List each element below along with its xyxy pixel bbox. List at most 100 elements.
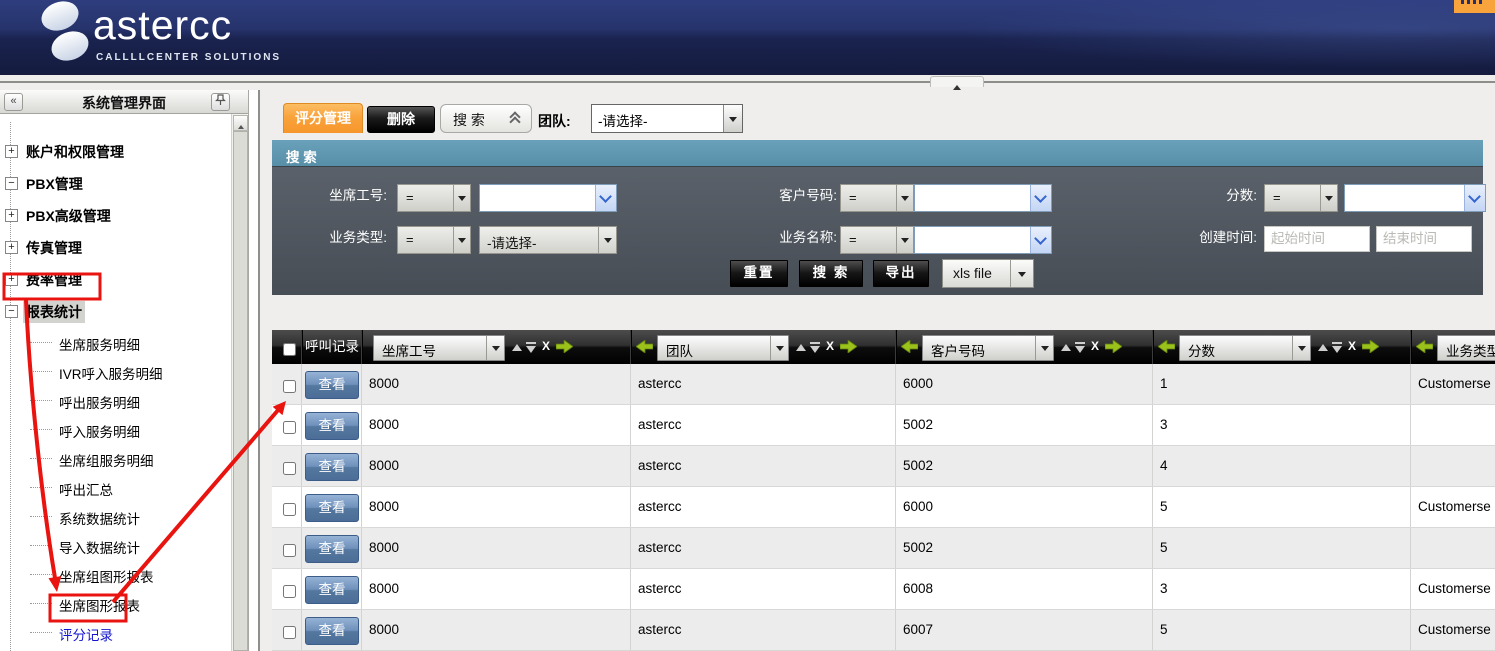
dropdown-arrow-icon[interactable] bbox=[1292, 336, 1310, 360]
remove-sort-icon[interactable]: X bbox=[1348, 339, 1356, 353]
sidebar-item-report[interactable]: 呼出服务明细 bbox=[0, 386, 230, 415]
row-checkbox[interactable] bbox=[283, 421, 296, 434]
remove-sort-icon[interactable]: X bbox=[542, 339, 550, 353]
row-checkbox[interactable] bbox=[283, 626, 296, 639]
tree-expand-icon[interactable]: + bbox=[5, 209, 18, 222]
tree-expand-icon[interactable]: − bbox=[5, 305, 18, 318]
sidebar-item-label[interactable]: PBX高级管理 bbox=[23, 205, 114, 227]
combo-arrow-icon[interactable] bbox=[595, 185, 616, 211]
sidebar-item-toplevel[interactable]: + PBX高级管理 bbox=[0, 199, 230, 231]
xls-format-select[interactable]: xls file bbox=[942, 259, 1034, 288]
sidebar-item-label[interactable]: 评分记录 bbox=[56, 623, 116, 645]
combo-arrow-icon[interactable] bbox=[1464, 185, 1485, 211]
dropdown-arrow-icon[interactable] bbox=[1320, 185, 1337, 211]
view-button[interactable]: 查看 bbox=[305, 535, 359, 563]
sidebar-item-report[interactable]: DID报表 bbox=[0, 647, 230, 651]
agent-column-dropdown[interactable]: 坐席工号 bbox=[373, 335, 505, 361]
panel-collapse-handle[interactable] bbox=[930, 76, 984, 87]
sidebar-item-report[interactable]: 坐席服务明细 bbox=[0, 328, 230, 357]
view-button[interactable]: 查看 bbox=[305, 494, 359, 522]
dropdown-arrow-icon[interactable] bbox=[486, 336, 504, 360]
view-button[interactable]: 查看 bbox=[305, 371, 359, 399]
customer-column-dropdown[interactable]: 客户号码 bbox=[922, 335, 1054, 361]
sidebar-item-report[interactable]: 呼入服务明细 bbox=[0, 415, 230, 444]
dropdown-arrow-icon[interactable] bbox=[453, 185, 470, 211]
row-checkbox[interactable] bbox=[283, 380, 296, 393]
sidebar-item-report[interactable]: IVR呼入服务明细 bbox=[0, 357, 230, 386]
sort-asc-icon[interactable] bbox=[512, 344, 522, 351]
sidebar-item-toplevel[interactable]: − PBX管理 bbox=[0, 167, 230, 199]
search-section-header[interactable]: 搜 索 bbox=[272, 140, 1483, 166]
dropdown-arrow-icon[interactable] bbox=[1035, 336, 1053, 360]
sidebar-item-report[interactable]: 坐席组图形报表 bbox=[0, 560, 230, 589]
biztype-operator-select[interactable]: = bbox=[397, 226, 471, 254]
move-column-right-icon[interactable] bbox=[556, 340, 573, 353]
sidebar-item-report[interactable]: 评分记录 bbox=[0, 618, 230, 647]
scrollbar-up-button[interactable] bbox=[233, 115, 248, 131]
move-column-right-icon[interactable] bbox=[840, 340, 857, 353]
row-checkbox[interactable] bbox=[283, 462, 296, 475]
top-right-cut-tab[interactable] bbox=[1454, 0, 1495, 13]
sidebar-item-label[interactable]: IVR呼入服务明细 bbox=[56, 362, 166, 384]
sidebar-item-label[interactable]: 坐席服务明细 bbox=[56, 333, 143, 355]
tree-expand-icon[interactable]: − bbox=[5, 177, 18, 190]
sidebar-item-label[interactable]: 传真管理 bbox=[23, 237, 85, 259]
move-column-left-icon[interactable] bbox=[1158, 340, 1175, 353]
dropdown-arrow-icon[interactable] bbox=[1010, 260, 1033, 287]
search-button[interactable]: 搜 索 bbox=[799, 260, 863, 287]
bizname-combobox[interactable] bbox=[914, 226, 1052, 254]
dropdown-arrow-icon[interactable] bbox=[770, 336, 788, 360]
score-combobox[interactable] bbox=[1344, 184, 1486, 212]
sidebar-item-label[interactable]: 系统数据统计 bbox=[56, 507, 143, 529]
move-column-right-icon[interactable] bbox=[1362, 340, 1379, 353]
sidebar-item-label[interactable]: 导入数据统计 bbox=[56, 536, 143, 558]
dropdown-arrow-icon[interactable] bbox=[453, 227, 470, 253]
row-checkbox[interactable] bbox=[283, 503, 296, 516]
sidebar-item-toplevel[interactable]: + 传真管理 bbox=[0, 231, 230, 263]
scrollbar-thumb[interactable] bbox=[233, 131, 248, 651]
sidebar-item-label[interactable]: 坐席组服务明细 bbox=[56, 449, 157, 471]
sidebar-item-label[interactable]: 呼出汇总 bbox=[56, 478, 116, 500]
score-column-dropdown[interactable]: 分数 bbox=[1179, 335, 1311, 361]
dropdown-arrow-icon[interactable] bbox=[896, 227, 913, 253]
sort-desc-icon[interactable] bbox=[810, 342, 820, 355]
remove-sort-icon[interactable]: X bbox=[826, 339, 834, 353]
customer-number-combobox[interactable] bbox=[914, 184, 1052, 212]
biztype-column-dropdown[interactable]: 业务类型 bbox=[1437, 335, 1495, 361]
sort-desc-icon[interactable] bbox=[1075, 342, 1085, 355]
sort-asc-icon[interactable] bbox=[796, 344, 806, 351]
team-column-dropdown[interactable]: 团队 bbox=[657, 335, 789, 361]
score-operator-select[interactable]: = bbox=[1264, 184, 1338, 212]
tree-expand-icon[interactable]: + bbox=[5, 273, 18, 286]
sort-asc-icon[interactable] bbox=[1061, 344, 1071, 351]
dropdown-arrow-icon[interactable] bbox=[723, 105, 742, 132]
dropdown-arrow-icon[interactable] bbox=[598, 227, 616, 253]
tab-rating-manage[interactable]: 评分管理 bbox=[283, 103, 363, 133]
row-checkbox[interactable] bbox=[283, 585, 296, 598]
bizname-operator-select[interactable]: = bbox=[840, 226, 914, 254]
sidebar-item-report[interactable]: 呼出汇总 bbox=[0, 473, 230, 502]
sort-desc-icon[interactable] bbox=[1332, 342, 1342, 355]
dropdown-arrow-icon[interactable] bbox=[896, 185, 913, 211]
sort-asc-icon[interactable] bbox=[1318, 344, 1328, 351]
sidebar-item-toplevel[interactable]: − 报表统计 bbox=[0, 295, 230, 327]
view-button[interactable]: 查看 bbox=[305, 617, 359, 645]
sidebar-pin-button[interactable] bbox=[211, 93, 230, 111]
team-select[interactable]: -请选择- bbox=[591, 104, 743, 133]
sidebar-item-label[interactable]: 坐席图形报表 bbox=[56, 594, 143, 616]
end-time-input[interactable]: 结束时间 bbox=[1376, 226, 1472, 252]
sidebar-item-label[interactable]: PBX管理 bbox=[23, 173, 86, 195]
view-button[interactable]: 查看 bbox=[305, 576, 359, 604]
row-checkbox[interactable] bbox=[283, 544, 296, 557]
sort-desc-icon[interactable] bbox=[526, 342, 536, 355]
view-button[interactable]: 查看 bbox=[305, 412, 359, 440]
move-column-right-icon[interactable] bbox=[1105, 340, 1122, 353]
agent-id-combobox[interactable] bbox=[479, 184, 617, 212]
view-button[interactable]: 查看 bbox=[305, 453, 359, 481]
sidebar-item-report[interactable]: 导入数据统计 bbox=[0, 531, 230, 560]
sidebar-item-report[interactable]: 坐席图形报表 bbox=[0, 589, 230, 618]
remove-sort-icon[interactable]: X bbox=[1091, 339, 1099, 353]
move-column-left-icon[interactable] bbox=[636, 340, 653, 353]
customer-operator-select[interactable]: = bbox=[840, 184, 914, 212]
sidebar-scrollbar[interactable] bbox=[231, 114, 247, 651]
